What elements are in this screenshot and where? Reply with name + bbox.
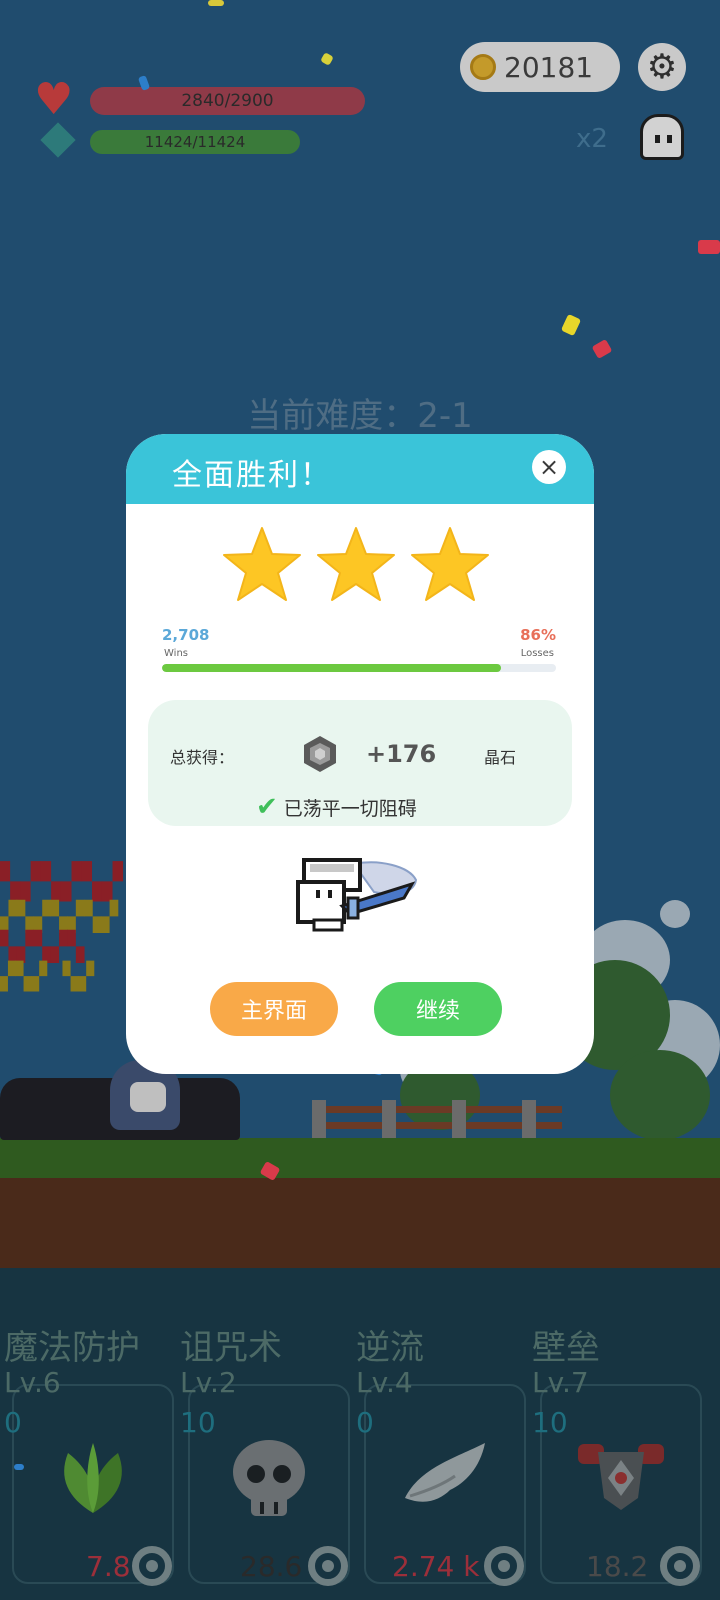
skill-level: Lv.7: [532, 1366, 589, 1399]
damage-text-effect: ▚▞▚▞▚▞: [0, 862, 123, 902]
heart-icon: ♥: [34, 74, 74, 125]
skill-name: 逆流: [356, 1328, 424, 1368]
victory-dialog: 全面胜利！ × 2,708 Wins 86% Losses 总获得： +176 …: [126, 434, 594, 1074]
skill-slot[interactable]: 壁垒 Lv.7 10 18.2: [528, 1320, 702, 1600]
home-button[interactable]: 主界面: [210, 982, 338, 1036]
gear-icon: ⚙: [646, 47, 678, 87]
coin-counter: 20181: [460, 42, 620, 92]
win-progress-bar: [162, 664, 556, 672]
dialog-header: 全面胜利！ ×: [126, 434, 594, 504]
cloud: [660, 900, 690, 928]
coin-icon: [470, 54, 496, 80]
reward-amount: +176: [366, 740, 437, 768]
coin-amount: 20181: [504, 50, 594, 84]
skill-slot[interactable]: 逆流 Lv.4 0 2.74 k: [352, 1320, 526, 1600]
cleared-text: 已荡平一切阻碍: [283, 797, 417, 820]
upgrade-gear-icon[interactable]: [132, 1546, 172, 1586]
armor-icon: [578, 1444, 664, 1510]
damage-text-effect: ▚▞▚▞▚: [0, 930, 85, 963]
star-icon: [223, 527, 301, 601]
confetti-piece: [14, 1464, 24, 1470]
skill-cost: 18.2: [586, 1550, 649, 1583]
skill-cost: 28.6: [240, 1550, 303, 1583]
wins-label: Wins: [164, 648, 188, 659]
skill-level: Lv.4: [356, 1366, 413, 1399]
skill-count: 0: [4, 1406, 22, 1439]
hp-value: 2840/2900: [181, 91, 274, 111]
skill-slot[interactable]: 魔法防护 Lv.6 0 7.8: [0, 1320, 174, 1600]
star-icon: [317, 527, 395, 601]
skill-name: 魔法防护: [4, 1328, 140, 1368]
settings-button[interactable]: ⚙: [638, 43, 686, 91]
damage-text-effect: ▞▚▞▚▞▚▞: [0, 900, 119, 933]
fence: [312, 1100, 562, 1138]
reward-panel: 总获得： +176 晶石 ✔ 已荡平一切阻碍: [148, 700, 572, 826]
mp-value: 11424/11424: [144, 133, 246, 151]
speed-multiplier[interactable]: x2: [576, 124, 608, 154]
skill-name: 壁垒: [532, 1328, 600, 1368]
tree: [610, 1050, 710, 1140]
damage-text-effect: ▞▚▞ ▚▞: [0, 962, 94, 992]
wing-icon: [405, 1443, 485, 1502]
skill-count: 0: [356, 1406, 374, 1439]
skill-count: 10: [532, 1406, 568, 1439]
close-icon: ×: [538, 453, 560, 481]
skill-level: Lv.6: [4, 1366, 61, 1399]
continue-button[interactable]: 继续: [374, 982, 502, 1036]
reward-label: 总获得：: [170, 748, 235, 767]
losses-value: 86%: [520, 626, 556, 644]
crystal-icon: [304, 736, 336, 772]
wins-value: 2,708: [162, 626, 210, 644]
check-icon: ✔: [256, 792, 278, 822]
ground-grass: [0, 1138, 720, 1178]
win-progress-fill: [162, 664, 501, 672]
hero-pixel-icon: [296, 858, 418, 932]
hp-bar: 2840/2900: [90, 87, 365, 115]
confetti-piece: [208, 0, 224, 6]
skill-cost: 7.8: [86, 1550, 131, 1583]
confetti-piece: [698, 240, 720, 254]
star-icon: [411, 527, 489, 601]
skill-cost: 2.74 k: [392, 1550, 480, 1583]
skill-count: 10: [180, 1406, 216, 1439]
skill-slot[interactable]: 诅咒术 Lv.2 10 28.6: [176, 1320, 350, 1600]
leaf-icon: [64, 1443, 122, 1513]
cleared-status: ✔ 已荡平一切阻碍: [256, 792, 417, 822]
reward-unit: 晶石: [484, 748, 517, 767]
skill-name: 诅咒术: [180, 1328, 282, 1368]
star-rating: [222, 526, 502, 606]
losses-label: Losses: [520, 648, 554, 659]
hero-face: [130, 1082, 166, 1112]
skill-level: Lv.2: [180, 1366, 237, 1399]
upgrade-gear-icon[interactable]: [484, 1546, 524, 1586]
ground-dirt: [0, 1178, 720, 1268]
difficulty-label: 当前难度：2-1: [247, 396, 473, 436]
ghost-icon[interactable]: [640, 114, 684, 160]
dialog-title: 全面胜利！: [172, 458, 332, 493]
mp-bar: 11424/11424: [90, 130, 300, 154]
upgrade-gear-icon[interactable]: [660, 1546, 700, 1586]
close-button[interactable]: ×: [532, 450, 566, 484]
upgrade-gear-icon[interactable]: [308, 1546, 348, 1586]
skull-icon: [233, 1440, 305, 1516]
